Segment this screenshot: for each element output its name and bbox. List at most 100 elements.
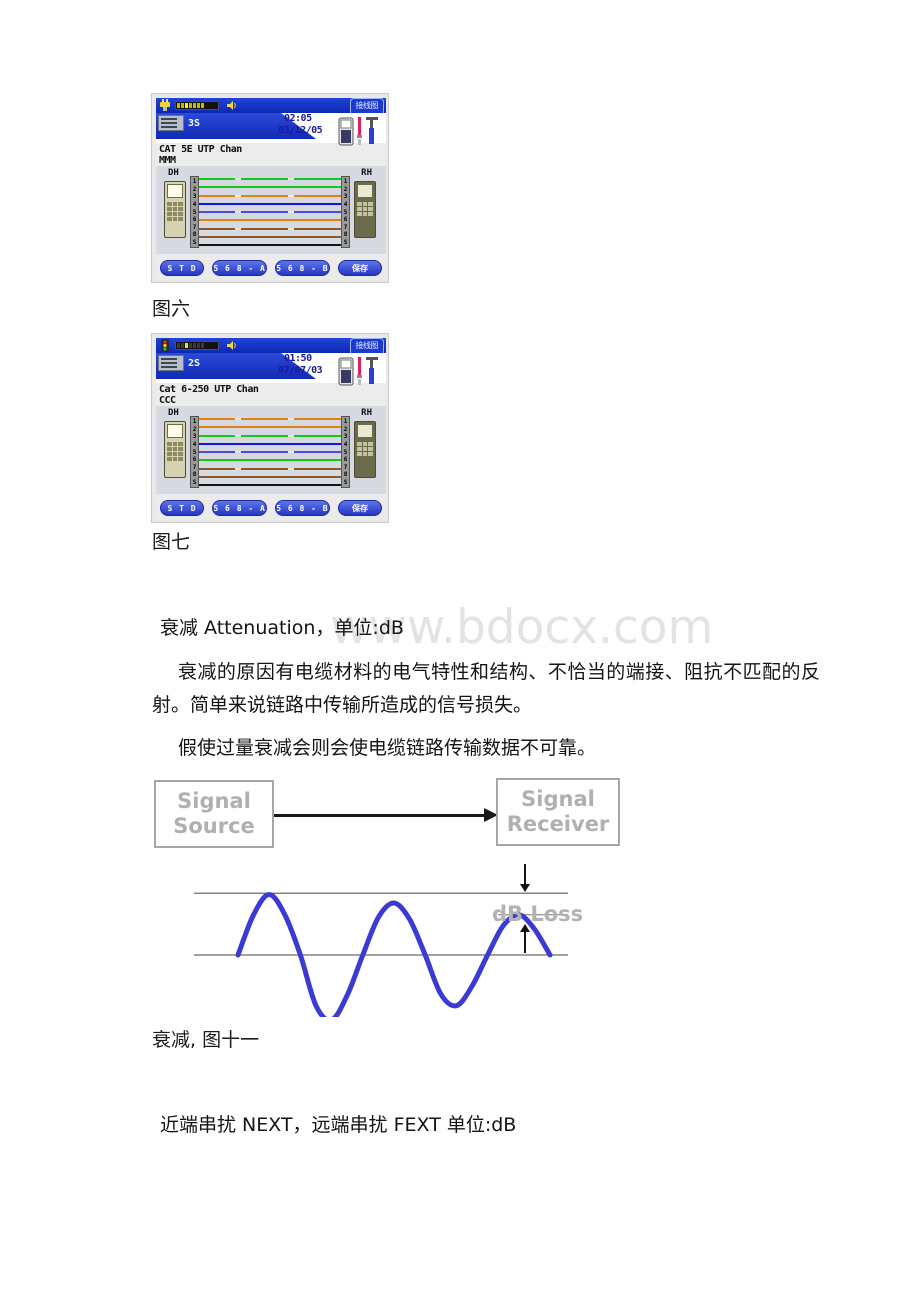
figure-caption-eleven: 衰减, 图十一: [152, 1029, 260, 1051]
cable-spec-line2: MMM: [159, 155, 176, 166]
waveform-svg: [194, 864, 568, 1017]
wire-pair-map: [199, 177, 341, 247]
signal-source-box: Signal Source: [154, 780, 274, 848]
pin-number: 4: [343, 200, 348, 208]
softkey-568a[interactable]: 5 6 8 - A: [212, 260, 267, 276]
signal-receiver-box: Signal Receiver: [496, 778, 620, 846]
softkey-568b-2[interactable]: 5 6 8 - B: [275, 500, 330, 516]
pin-number: 1: [192, 178, 197, 185]
cable-spec-line1-2: Cat 6-250 UTP Chan: [159, 384, 259, 395]
signal-source-line1: Signal: [177, 789, 251, 813]
pin-number: 2: [343, 425, 348, 433]
softkey-save-2[interactable]: 保存: [337, 500, 382, 516]
pin-number: 5: [343, 208, 348, 216]
signal-receiver-line1: Signal: [521, 787, 595, 811]
attenuation-heading: 衰减 Attenuation，单位:dB: [160, 617, 404, 639]
pin-number: 1: [343, 178, 348, 185]
wire-bar: [199, 235, 341, 238]
wire-bar: [199, 475, 341, 478]
main-unit-keypad: [167, 202, 183, 234]
wire-bar: [199, 244, 341, 246]
wire-bar: [199, 178, 341, 180]
softkey-save[interactable]: 保存: [337, 260, 382, 276]
wire-green-white: [199, 177, 341, 181]
wire-bar: [199, 442, 341, 445]
signal-receiver-line2: Receiver: [506, 812, 610, 836]
pin-number: 3: [343, 433, 348, 441]
signal-source-line2: Source: [173, 814, 255, 838]
pin-number: S: [343, 239, 348, 246]
pin-number: 2: [343, 185, 348, 193]
pin-number: 8: [343, 471, 348, 479]
wire-brown-white: [199, 467, 341, 471]
pin-number: 3: [192, 193, 197, 201]
softkey-bar-2: S T D 5 6 8 - A 5 6 8 - B 保存: [156, 496, 386, 520]
power-plug-icon: [160, 99, 170, 111]
pin-number: 5: [192, 448, 197, 456]
cable-spec-line2-2: CCC: [159, 395, 176, 406]
tab-wiring-diagram-2[interactable]: 接线图: [349, 338, 384, 353]
remote-unit-display-2: [357, 424, 373, 438]
pin-column-near: 12345678S: [190, 176, 199, 248]
cable-spec: CAT 5E UTP Chan MMM: [159, 144, 242, 166]
clock-date-2: 07/07/03: [278, 365, 323, 376]
pin-number: 6: [192, 456, 197, 464]
test-count: 3S: [188, 118, 201, 129]
main-unit-illustration-2: [164, 421, 186, 478]
remote-unit-illustration: [354, 181, 376, 238]
remote-unit-illustration-2: [354, 421, 376, 478]
pin-number: 7: [192, 463, 197, 471]
pin-number: 6: [192, 216, 197, 224]
wire-brown: [199, 235, 341, 239]
main-unit-display-2: [167, 424, 183, 438]
pin-number: 2: [192, 425, 197, 433]
wire-bar: [199, 426, 341, 429]
near-end-label-2: DH: [168, 408, 179, 418]
wire-orange-white: [199, 194, 341, 198]
attenuation-note: 假使过量衰减会则会使电缆链路传输数据不可靠。: [178, 737, 597, 759]
battery-gauge-icon: [175, 101, 219, 110]
signal-flow-arrow: [274, 814, 488, 817]
pin-number: 5: [192, 208, 197, 216]
clock-time-2: 01:50: [284, 353, 312, 364]
tester-screen-2: 接线图 2S 01:50 07/07/03 Cat 6-250 UTP Chan…: [156, 338, 386, 520]
main-unit-illustration: [164, 181, 186, 238]
wire-bar: [199, 194, 341, 197]
pin-number: S: [192, 239, 197, 246]
next-fext-heading: 近端串扰 NEXT，远端串扰 FEXT 单位:dB: [160, 1114, 517, 1136]
test-count-2: 2S: [188, 358, 201, 369]
pin-number: 4: [343, 440, 348, 448]
pin-number: 1: [192, 418, 197, 425]
pin-number: 7: [343, 223, 348, 231]
softkey-bar-1: S T D 5 6 8 - A 5 6 8 - B 保存: [156, 256, 386, 280]
pin-column-near-2: 12345678S: [190, 416, 199, 488]
wire-green: [199, 185, 341, 189]
pin-column-far-2: 12345678S: [341, 416, 350, 488]
wire-bar: [199, 219, 341, 222]
wiring-map-panel-1: DH RH 12345678S 12345678S: [156, 166, 386, 254]
document-page: www.bdocx.com 接线图 3S 02:05 03/12/05 CAT …: [0, 0, 920, 1302]
softkey-std-2[interactable]: S T D: [160, 500, 204, 516]
pin-number: 8: [192, 231, 197, 239]
pin-number: 1: [343, 418, 348, 425]
attenuation-paragraph: 衰减的原因有电缆材料的电气特性和结构、不恰当的端接、阻抗不匹配的反射。简单来说链…: [152, 661, 820, 716]
pin-number: S: [192, 479, 197, 486]
wire-green: [199, 458, 341, 462]
softkey-568b[interactable]: 5 6 8 - B: [275, 260, 330, 276]
tester-and-tools-icon-2: [338, 357, 378, 386]
softkey-568a-2[interactable]: 5 6 8 - A: [212, 500, 267, 516]
softkey-std[interactable]: S T D: [160, 260, 204, 276]
pin-number: 3: [343, 193, 348, 201]
battery-gauge-icon-2: [175, 341, 219, 350]
traffic-light-icon: [161, 339, 169, 352]
wire-bar: [199, 418, 341, 420]
tester-screen-1: 接线图 3S 02:05 03/12/05 CAT 5E UTP Chan MM…: [156, 98, 386, 280]
cable-tester-screenshot-1: 接线图 3S 02:05 03/12/05 CAT 5E UTP Chan MM…: [151, 93, 389, 283]
tab-wiring-diagram[interactable]: 接线图: [349, 98, 384, 113]
wire-bar: [199, 459, 341, 462]
wire-green-white: [199, 434, 341, 438]
wire-blue-white: [199, 210, 341, 214]
wire-brown-white: [199, 227, 341, 231]
pin-number: 7: [343, 463, 348, 471]
pin-number: 4: [192, 440, 197, 448]
